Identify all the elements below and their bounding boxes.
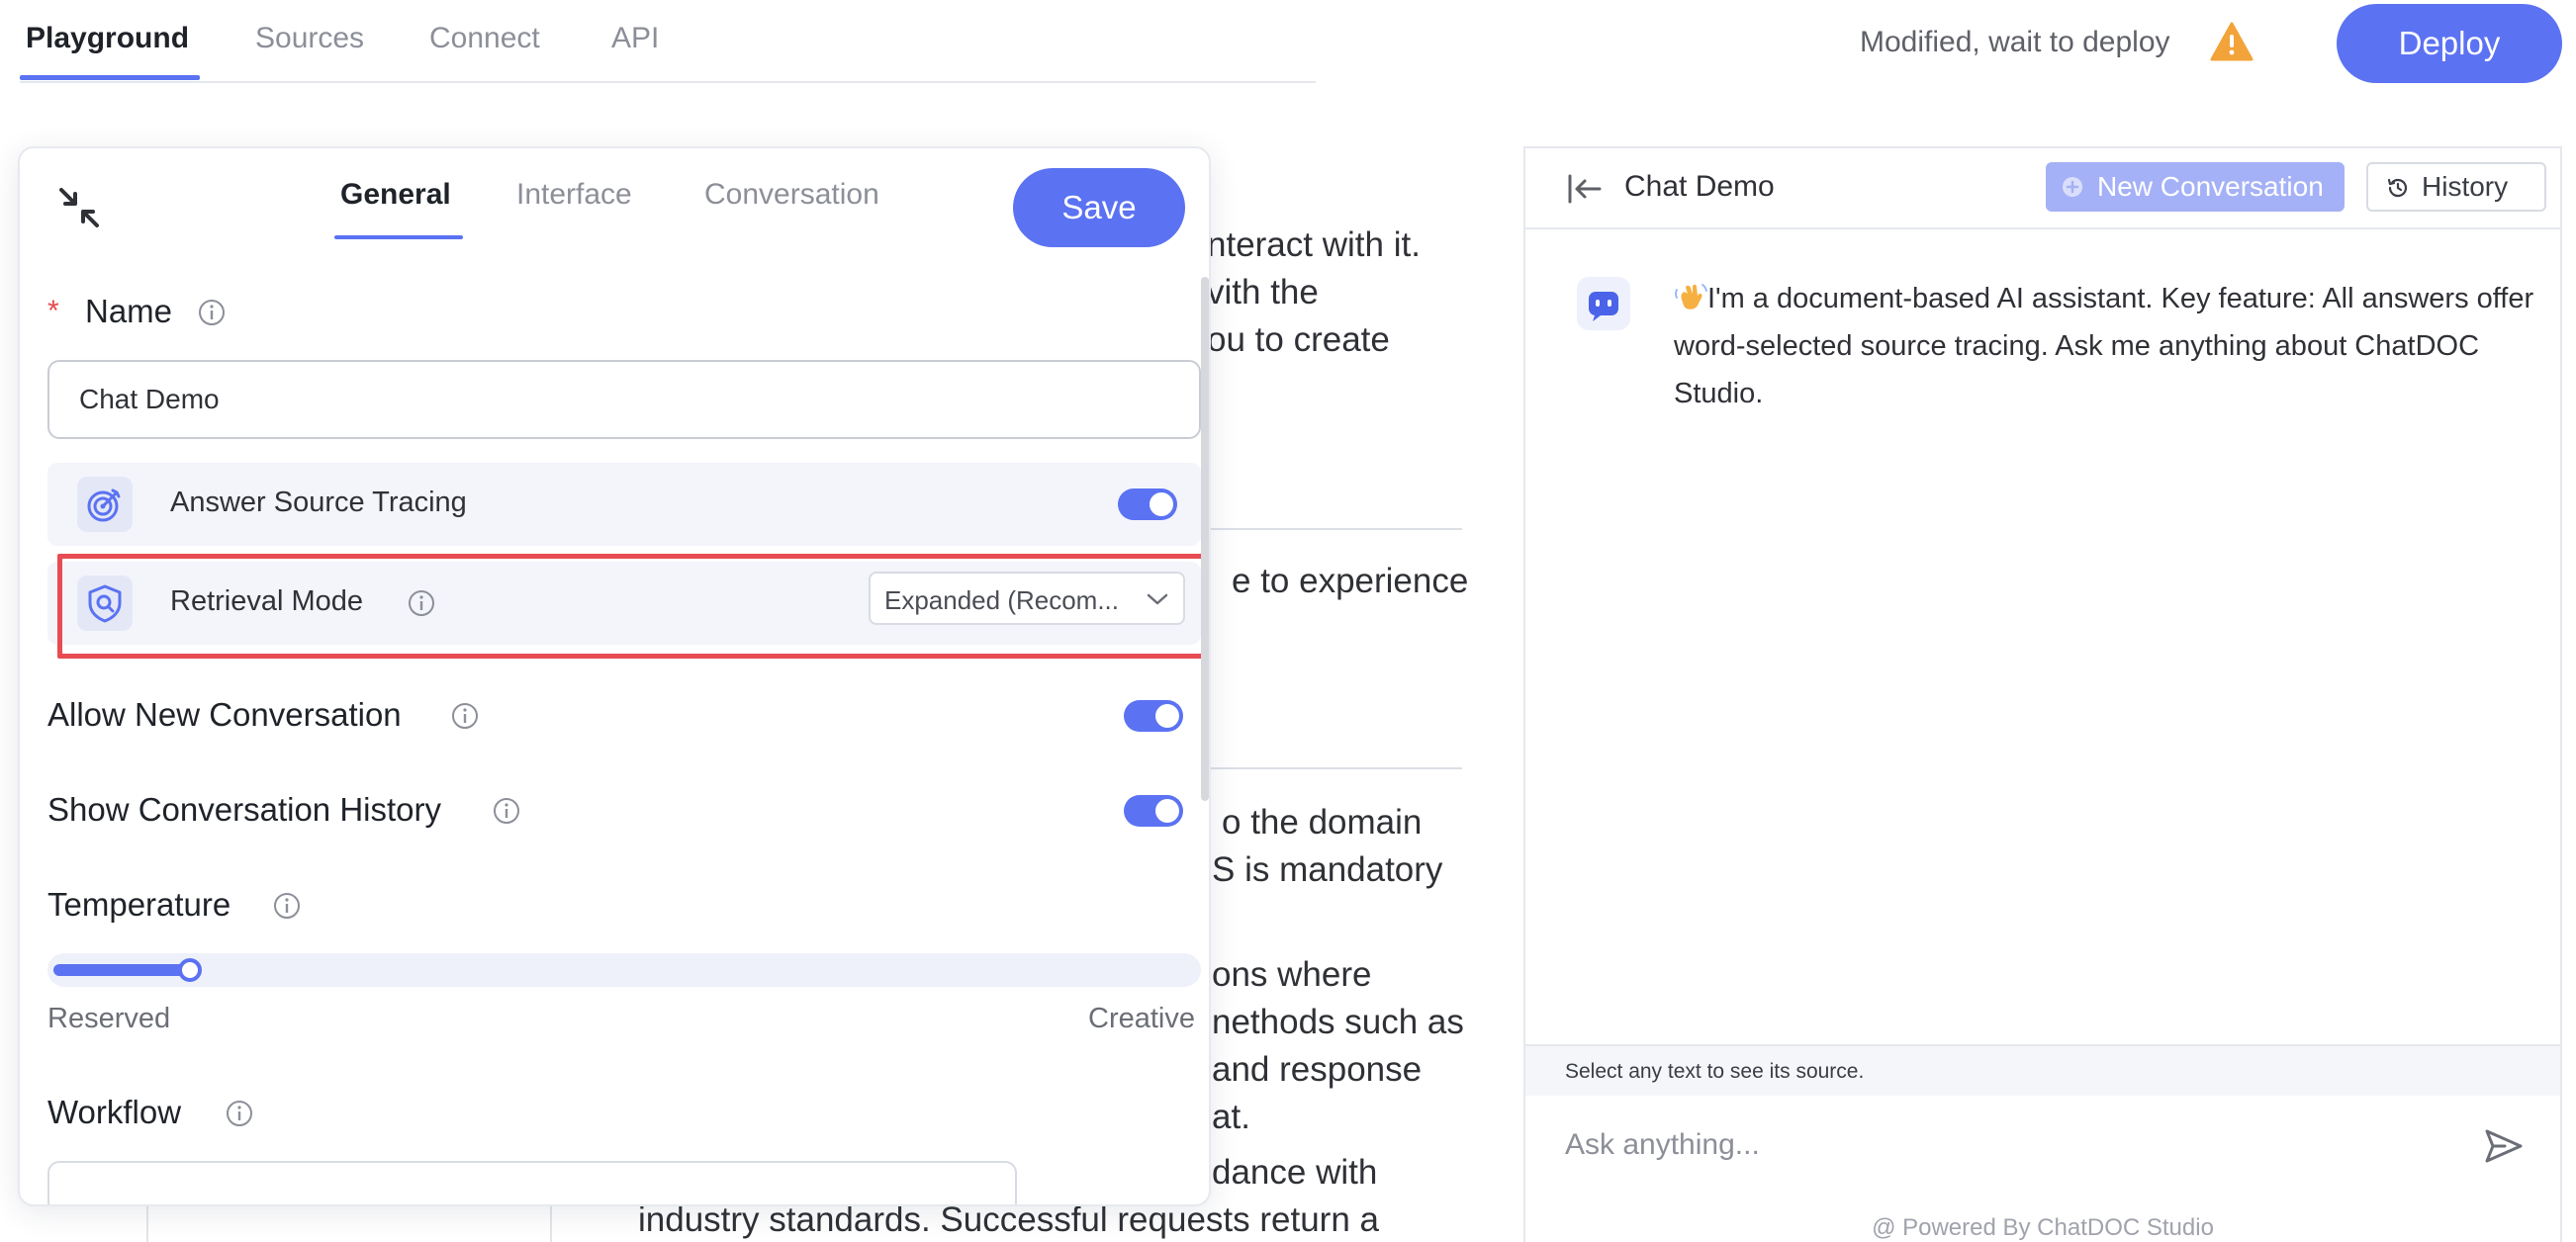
deploy-status-text: Modified, wait to deploy xyxy=(1860,26,2170,58)
tab-interface[interactable]: Interface xyxy=(516,178,632,212)
chat-title: Chat Demo xyxy=(1624,170,1775,203)
info-icon[interactable] xyxy=(273,892,301,920)
bot-avatar xyxy=(1577,277,1630,330)
chat-input[interactable] xyxy=(1565,1115,2436,1175)
background-text-line: ou to create xyxy=(1207,320,1390,359)
source-hint-text: Select any text to see its source. xyxy=(1565,1060,1865,1083)
answer-source-tracing-label: Answer Source Tracing xyxy=(170,487,467,518)
info-icon[interactable] xyxy=(198,299,226,326)
required-mark: * xyxy=(47,295,59,327)
target-icon xyxy=(77,477,133,532)
highlight-box xyxy=(57,554,1209,659)
background-text-line: and response xyxy=(1212,1050,1423,1089)
bot-message: I'm a document-based AI assistant. Key f… xyxy=(1674,275,2544,417)
history-label: History xyxy=(2422,171,2509,202)
tab-connect[interactable]: Connect xyxy=(429,22,540,55)
panel-scrollbar-thumb[interactable] xyxy=(1201,277,1209,801)
chat-header: Chat Demo New Conversation History xyxy=(1525,148,2560,229)
answer-source-tracing-row: Answer Source Tracing xyxy=(47,463,1201,546)
name-label: Name xyxy=(85,293,173,329)
answer-source-tracing-toggle[interactable] xyxy=(1118,488,1177,520)
background-divider xyxy=(1207,528,1462,530)
plus-circle-icon xyxy=(2063,177,2082,197)
workflow-label: Workflow xyxy=(47,1094,182,1130)
background-text-line: o the domain xyxy=(1222,803,1423,842)
save-button[interactable]: Save xyxy=(1013,168,1185,247)
background-text-line: S is mandatory xyxy=(1212,850,1443,889)
history-button[interactable]: History xyxy=(2366,162,2546,212)
settings-panel: General Interface Conversation Save * Na… xyxy=(18,146,1211,1206)
show-conversation-history-toggle[interactable] xyxy=(1124,795,1183,827)
temperature-slider[interactable] xyxy=(47,953,1201,987)
info-icon[interactable] xyxy=(451,702,479,730)
temperature-max-label: Creative xyxy=(1088,1003,1195,1034)
new-conversation-button[interactable]: New Conversation xyxy=(2046,162,2345,212)
new-conversation-label: New Conversation xyxy=(2097,171,2324,202)
tab-conversation[interactable]: Conversation xyxy=(704,178,879,212)
history-icon xyxy=(2387,178,2408,198)
temperature-label: Temperature xyxy=(47,886,231,923)
background-text-line: dance with xyxy=(1212,1153,1378,1192)
collapse-left-icon[interactable] xyxy=(1567,174,1603,204)
active-tab-underline xyxy=(334,235,463,239)
background-text-line: ons where xyxy=(1212,955,1372,994)
deploy-button[interactable]: Deploy xyxy=(2337,4,2562,83)
allow-new-conversation-toggle[interactable] xyxy=(1124,700,1183,732)
tab-playground[interactable]: Playground xyxy=(26,22,189,55)
name-input[interactable] xyxy=(47,360,1201,439)
send-icon[interactable] xyxy=(2483,1127,2525,1165)
background-divider xyxy=(1207,767,1462,769)
warning-triangle-icon xyxy=(2210,22,2254,61)
temperature-slider-fill xyxy=(53,964,190,976)
waving-hand-icon xyxy=(1675,284,1707,310)
temperature-slider-thumb[interactable] xyxy=(178,958,202,982)
active-tab-underline xyxy=(20,75,200,80)
info-icon[interactable] xyxy=(226,1100,253,1127)
allow-new-conversation-label: Allow New Conversation xyxy=(47,696,402,733)
robot-icon xyxy=(1589,292,1618,321)
workflow-select[interactable] xyxy=(47,1161,1017,1204)
background-text-line: nteract with it. xyxy=(1207,225,1421,264)
source-hint-bar: Select any text to see its source. xyxy=(1525,1044,2560,1096)
background-text-line: e to experience xyxy=(1232,562,1469,600)
powered-by-footer: @ Powered By ChatDOC Studio xyxy=(1872,1214,2214,1241)
show-conversation-history-label: Show Conversation History xyxy=(47,791,441,828)
info-icon[interactable] xyxy=(493,797,520,825)
tab-sources[interactable]: Sources xyxy=(255,22,364,55)
tab-general[interactable]: General xyxy=(340,178,451,212)
background-text-line: nethods such as xyxy=(1212,1003,1464,1041)
bot-message-text: I'm a document-based AI assistant. Key f… xyxy=(1674,283,2534,409)
panel-scrollbar[interactable] xyxy=(1199,277,1209,1197)
background-text-line: at. xyxy=(1212,1098,1250,1136)
chat-preview-panel: Chat Demo New Conversation History I'm a… xyxy=(1523,146,2562,1242)
background-text-line: vith the xyxy=(1207,273,1319,311)
temperature-min-label: Reserved xyxy=(47,1003,171,1034)
collapse-icon[interactable] xyxy=(55,184,103,231)
